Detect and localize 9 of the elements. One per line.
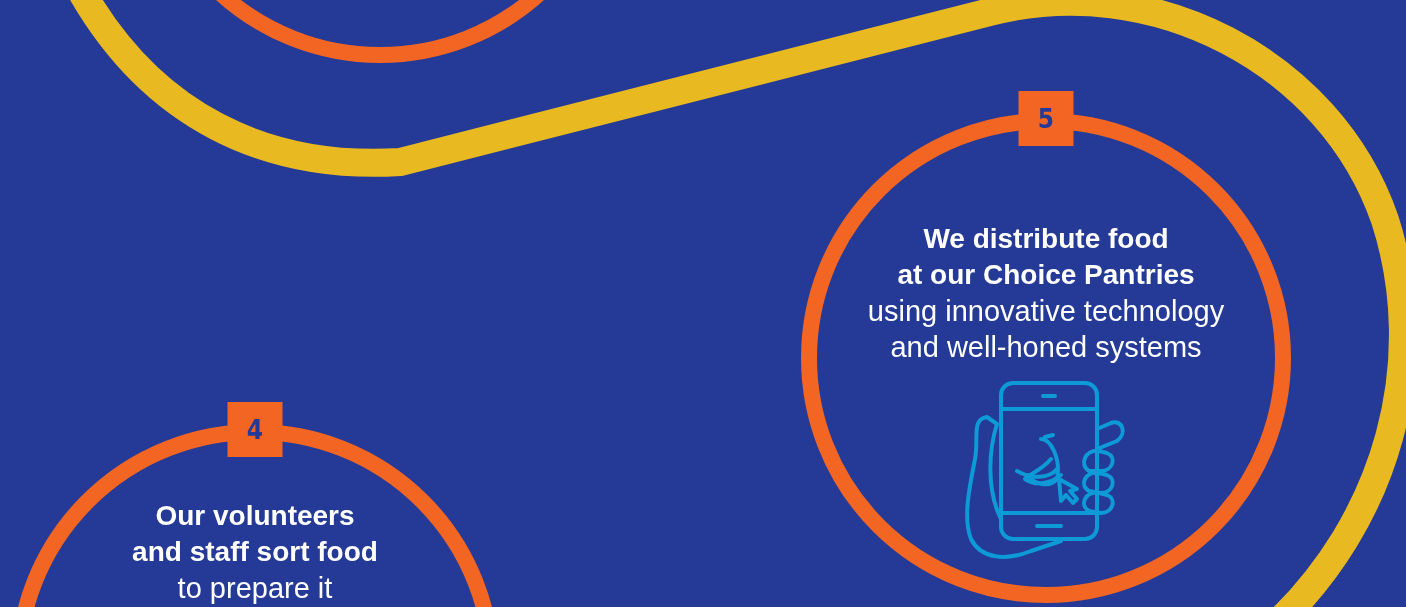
step-description: using innovative technology	[867, 294, 1225, 329]
step-heading: We distribute food	[923, 222, 1169, 256]
step-heading: at our Choice Pantries	[897, 258, 1195, 292]
step-description: to prepare it	[177, 571, 333, 606]
step-description: and well-honed systems	[890, 330, 1202, 365]
step-number: 4	[227, 402, 283, 457]
step-heading: Our volunteers	[155, 499, 355, 533]
step-number: 5	[1018, 91, 1074, 146]
step-heading: and staff sort food	[132, 535, 378, 569]
